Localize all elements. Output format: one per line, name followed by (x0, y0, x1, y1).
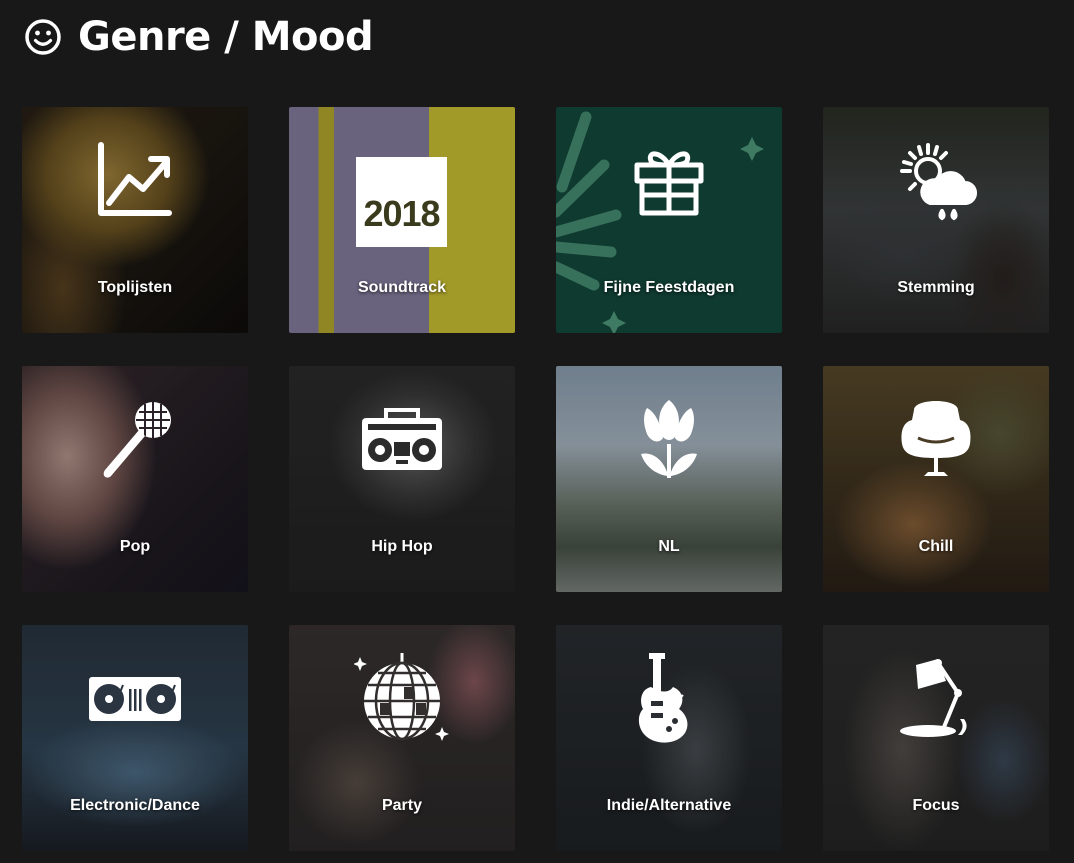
tile-label: Fijne Feestdagen (603, 279, 735, 296)
chart-trending-icon (98, 142, 172, 217)
dj-turntables-icon (89, 677, 181, 722)
year-badge-icon: 2018 (356, 157, 447, 247)
tile-party[interactable]: Party (289, 625, 515, 851)
weather-sun-cloud-icon (900, 143, 977, 221)
tile-label: Pop (119, 538, 151, 555)
tile-label: Chill (918, 538, 954, 555)
tile-label: Focus (912, 797, 960, 814)
egg-chair-icon (901, 401, 971, 477)
tile-label: Party (381, 797, 423, 814)
tile-label: Hip Hop (371, 538, 433, 555)
tile-soundtrack[interactable]: 2018 Soundtrack (289, 107, 515, 333)
tile-focus[interactable]: Focus (823, 625, 1049, 851)
tile-label: Soundtrack (357, 279, 446, 296)
tile-toplijsten[interactable]: Toplijsten (22, 107, 248, 333)
tile-label: Indie/Alternative (606, 797, 732, 814)
genre-grid: Toplijsten 2018 Soundtrack Fijne Feestda… (22, 107, 1049, 851)
tile-electronic-dance[interactable]: Electronic/Dance (22, 625, 248, 851)
tile-indie-alternative[interactable]: Indie/Alternative (556, 625, 782, 851)
smiley-icon (25, 19, 61, 55)
page-title: Genre / Mood (78, 14, 374, 60)
desk-lamp-icon (900, 659, 967, 738)
tile-hip-hop[interactable]: Hip Hop (289, 366, 515, 592)
tile-label: Stemming (897, 279, 975, 296)
tile-label: Toplijsten (97, 279, 173, 296)
page-header: Genre / Mood (24, 14, 374, 60)
tile-label: Electronic/Dance (70, 797, 200, 814)
tile-stemming[interactable]: Stemming (823, 107, 1049, 333)
tile-chill[interactable]: Chill (823, 366, 1049, 592)
disco-ball-icon (354, 653, 449, 742)
electric-guitar-icon (638, 653, 688, 743)
tile-fijne-feestdagen[interactable]: Fijne Feestdagen (556, 107, 782, 333)
microphone-icon (103, 402, 171, 478)
tulip-icon (641, 400, 697, 479)
boombox-icon (362, 408, 442, 471)
tile-label: NL (658, 538, 680, 555)
gift-icon (634, 151, 704, 216)
tile-nl[interactable]: NL (556, 366, 782, 592)
tile-pop[interactable]: Pop (22, 366, 248, 592)
